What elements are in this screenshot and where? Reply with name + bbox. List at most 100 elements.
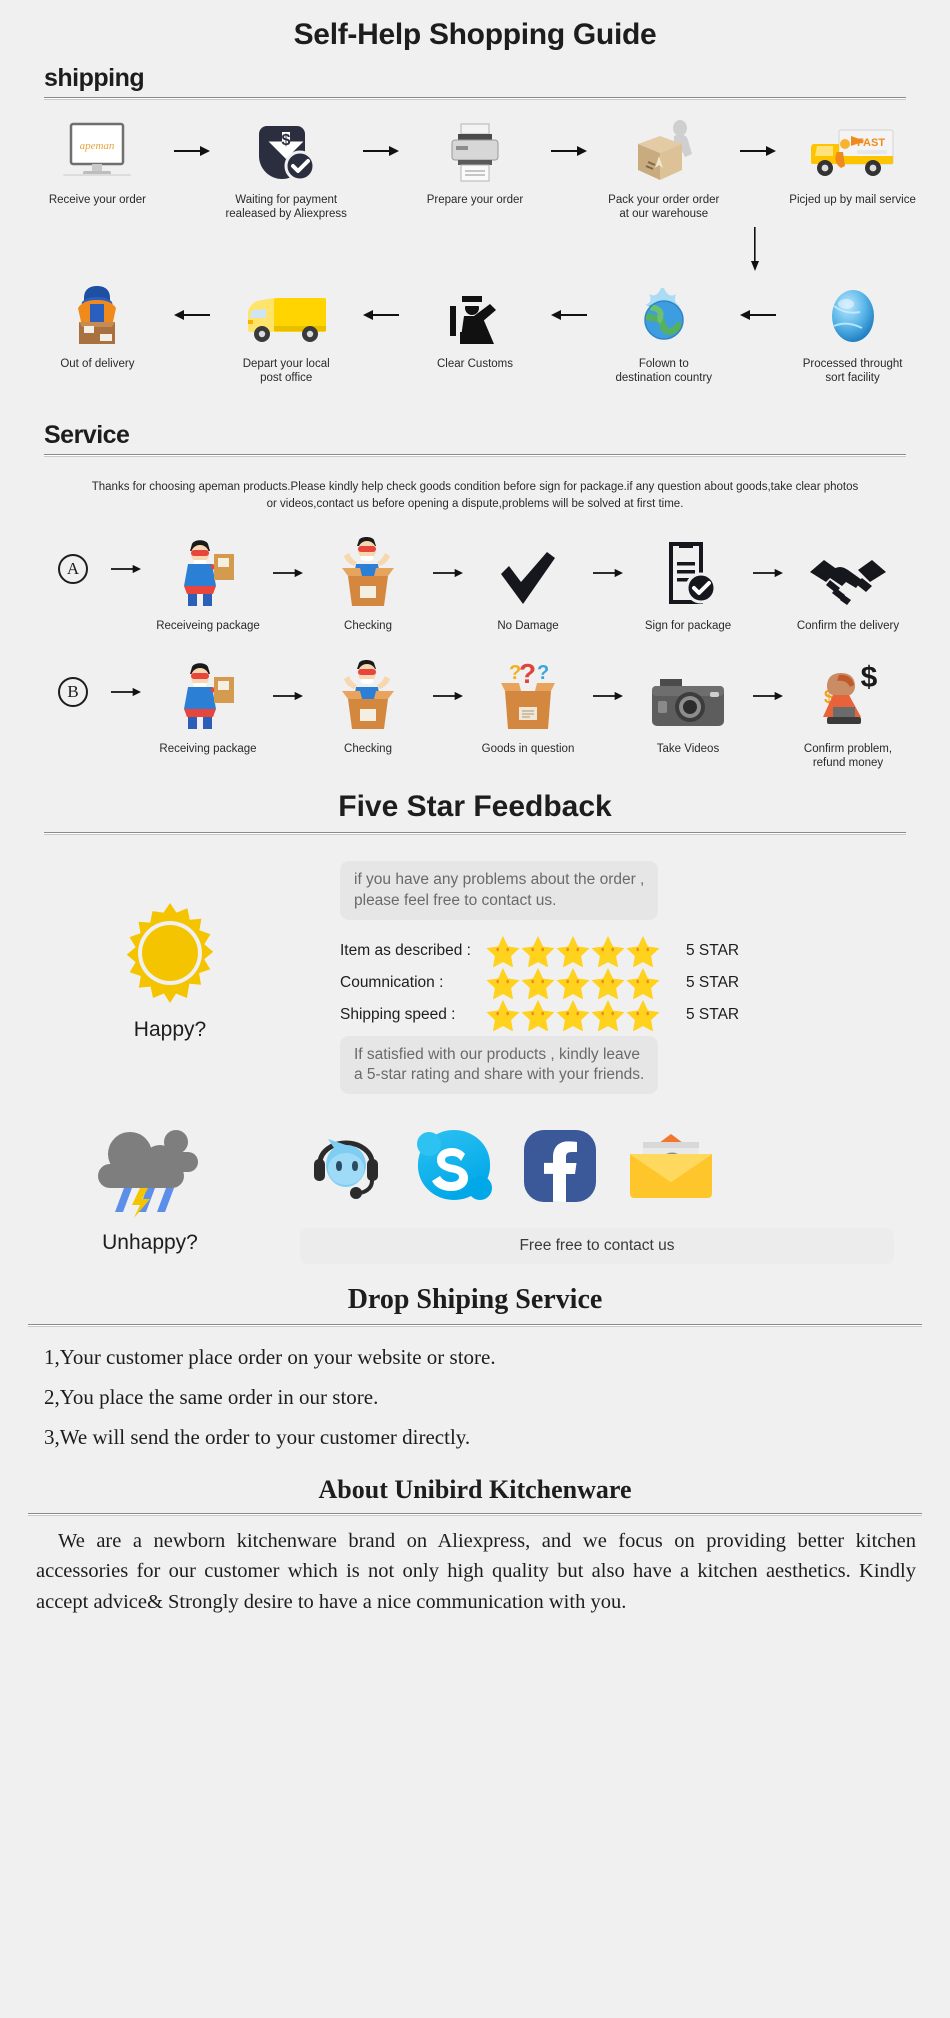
rating-label: Item as described : [340,942,471,960]
service-step-confirm-delivery: Confirm the delivery [789,536,907,633]
arrow-right-icon [358,118,404,184]
monitor-apeman-icon: apeman [61,118,133,184]
facebook-icon[interactable] [520,1126,600,1211]
customs-officer-icon [440,282,510,348]
arrow-down-icon [751,227,759,272]
shipping-step-receive-order: apeman Receive your order [26,118,169,207]
arrow-right-icon [587,659,629,733]
step-label: Checking [344,743,392,756]
service-note: Thanks for choosing apeman products.Plea… [91,481,859,510]
blue-globe-icon [822,282,884,348]
rating-row: Coumnication : 5 STAR [340,967,894,1000]
arrow-right-icon [747,659,789,733]
hero-holding-package-icon [174,659,242,733]
rating-list: Item as described : 5 STAR Coumnication … [340,920,894,1036]
dropship-item: 1,Your customer place order on your webs… [44,1345,496,1370]
service-heading: Service [44,421,130,450]
camera-icon [650,659,726,733]
skype-icon[interactable] [414,1126,494,1211]
star-group [486,935,672,968]
service-row-a: A Receiveing package Checking No Damage … [0,512,950,633]
happy-block: Happy? [0,861,340,1042]
step-label: Receive your order [48,194,146,206]
service-row-b-badge: B [43,659,103,725]
svg-text:$: $ [861,661,878,694]
star-group [486,967,672,1000]
contact-icons-block: @ Free free to contact us [300,1122,950,1265]
feedback-bubble-top: if you have any problems about the order… [340,861,659,920]
refund-agent-icon: $ $ [809,659,887,733]
contact-bar[interactable]: Free free to contact us [300,1228,894,1265]
service-step-confirm-refund: $ $ Confirm problem, refund money [789,659,907,770]
step-label: Confirm problem, refund money [803,743,893,770]
payment-shield-icon: $ [253,118,319,184]
arrow-right-icon [103,536,149,602]
handshake-icon [808,536,888,610]
step-label: Confirm the delivery [796,620,900,633]
page-title: Self-Help Shopping Guide [293,18,657,51]
arrow-right-icon [735,118,781,184]
arrow-right-icon [587,536,629,610]
shipping-step-prepare-order: Prepare your order [404,118,547,207]
globe-splash-icon [631,282,697,348]
arrow-left-icon [735,282,781,348]
about-text: We are a newborn kitchenware brand on Al… [36,1530,916,1613]
step-label: Processed throught sort facility [802,358,903,385]
arrow-right-icon [546,118,592,184]
shipping-flow-connector [0,221,950,276]
feedback-bubble-bottom: If satisfied with our products , kindly … [340,1035,659,1095]
service-step-checking-a: Checking [309,536,427,633]
step-label: Sign for package [644,620,732,633]
question-box-icon: ? ? ? [493,659,563,733]
step-label: Receiveing package [156,620,260,633]
contact-section: Unhappy? Free free to contact us [0,1094,950,1265]
shipping-heading: shipping [44,64,145,92]
email-envelope-icon[interactable]: @ [626,1130,716,1207]
step-label: Goods in question [481,743,575,756]
rating-label: Shipping speed : [340,1006,456,1024]
shipping-row-2: Out of delivery Depart your local post o… [0,276,950,385]
rating-row: Item as described : 5 STAR [340,935,894,968]
unhappy-label: Unhappy? [102,1231,198,1255]
step-label: Prepare your order [426,194,524,206]
step-label: Pack your order order at our warehouse [608,194,720,221]
arrow-right-icon [267,536,309,610]
hero-in-open-box-icon [334,659,402,733]
arrow-right-icon [103,659,149,725]
arrow-right-icon [427,659,469,733]
service-row-b: B Receiving package Checking ? ? ? Goods… [0,633,950,770]
service-step-goods-in-question: ? ? ? Goods in question [469,659,587,756]
shipping-step-flown-to-destination: Folown to destination country [592,282,735,385]
shipping-row-1: apeman Receive your order $ Waiting for … [0,100,950,221]
step-label: Depart your local post office [242,358,330,385]
service-step-take-videos: Take Videos [629,659,747,756]
yellow-van-icon [240,282,332,348]
shipping-step-picked-up: FAST Picjed up by mail service [781,118,924,207]
dropship-title: Drop Shiping Service [347,1284,603,1316]
svg-text:?: ? [519,659,536,689]
arrow-right-icon [169,118,215,184]
shipping-step-out-for-delivery: Out of delivery [26,282,169,371]
rating-row: Shipping speed : 5 STAR [340,999,894,1032]
dropship-item: 2,You place the same order in our store. [44,1385,379,1410]
sun-icon [118,901,222,1010]
rating-value: 5 STAR [686,1006,740,1024]
dropship-item: 3,We will send the order to your custome… [44,1425,471,1450]
shopping-guide-page: Self-Help Shopping Guide shipping apeman… [0,0,950,1637]
step-label: Clear Customs [436,358,514,371]
step-label: Receiving package [159,743,257,756]
arrow-right-icon [267,659,309,733]
shipping-step-depart-post-office: Depart your local post office [215,282,358,385]
star-group [486,999,672,1032]
trademanager-support-icon[interactable] [304,1125,388,1212]
svg-text:FAST: FAST [857,137,885,149]
rating-value: 5 STAR [686,974,740,992]
courier-with-box-icon [66,282,128,348]
arrow-left-icon [169,282,215,348]
service-row-a-badge: A [43,536,103,602]
shipping-step-pack-order: Pack your order order at our warehouse [592,118,735,221]
rain-cloud-icon [94,1122,206,1223]
step-label: Checking [344,620,392,633]
unhappy-block: Unhappy? [0,1122,300,1255]
svg-text:$: $ [282,132,291,149]
